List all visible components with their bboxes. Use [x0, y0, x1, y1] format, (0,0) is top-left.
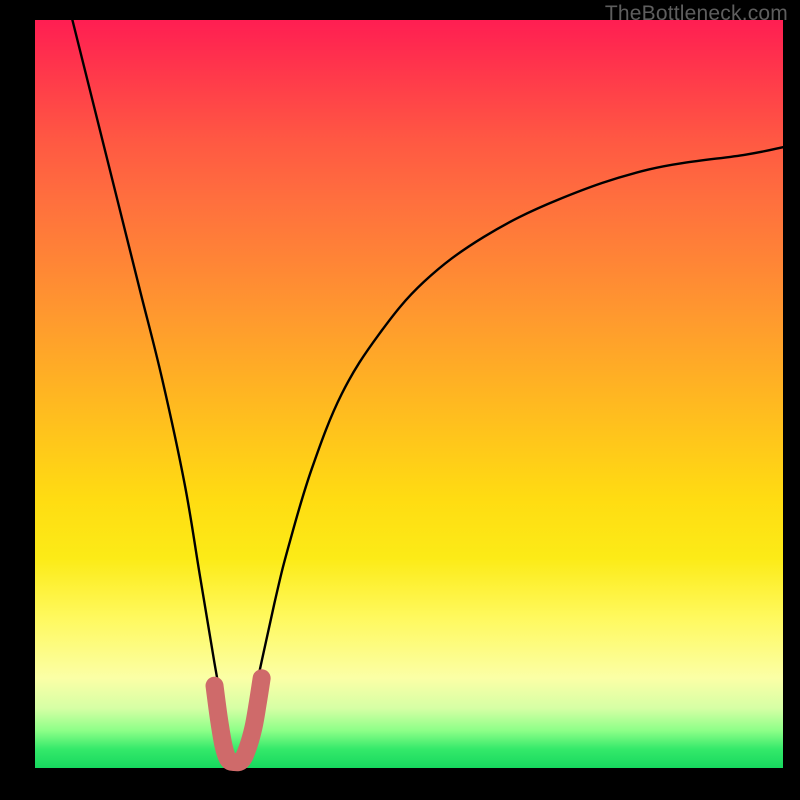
bottleneck-curve — [72, 20, 783, 768]
plot-area — [35, 20, 783, 768]
watermark-text: TheBottleneck.com — [605, 2, 788, 26]
optimal-zone-marker — [215, 678, 262, 762]
curve-layer — [35, 20, 783, 768]
chart-frame: TheBottleneck.com — [0, 0, 800, 800]
